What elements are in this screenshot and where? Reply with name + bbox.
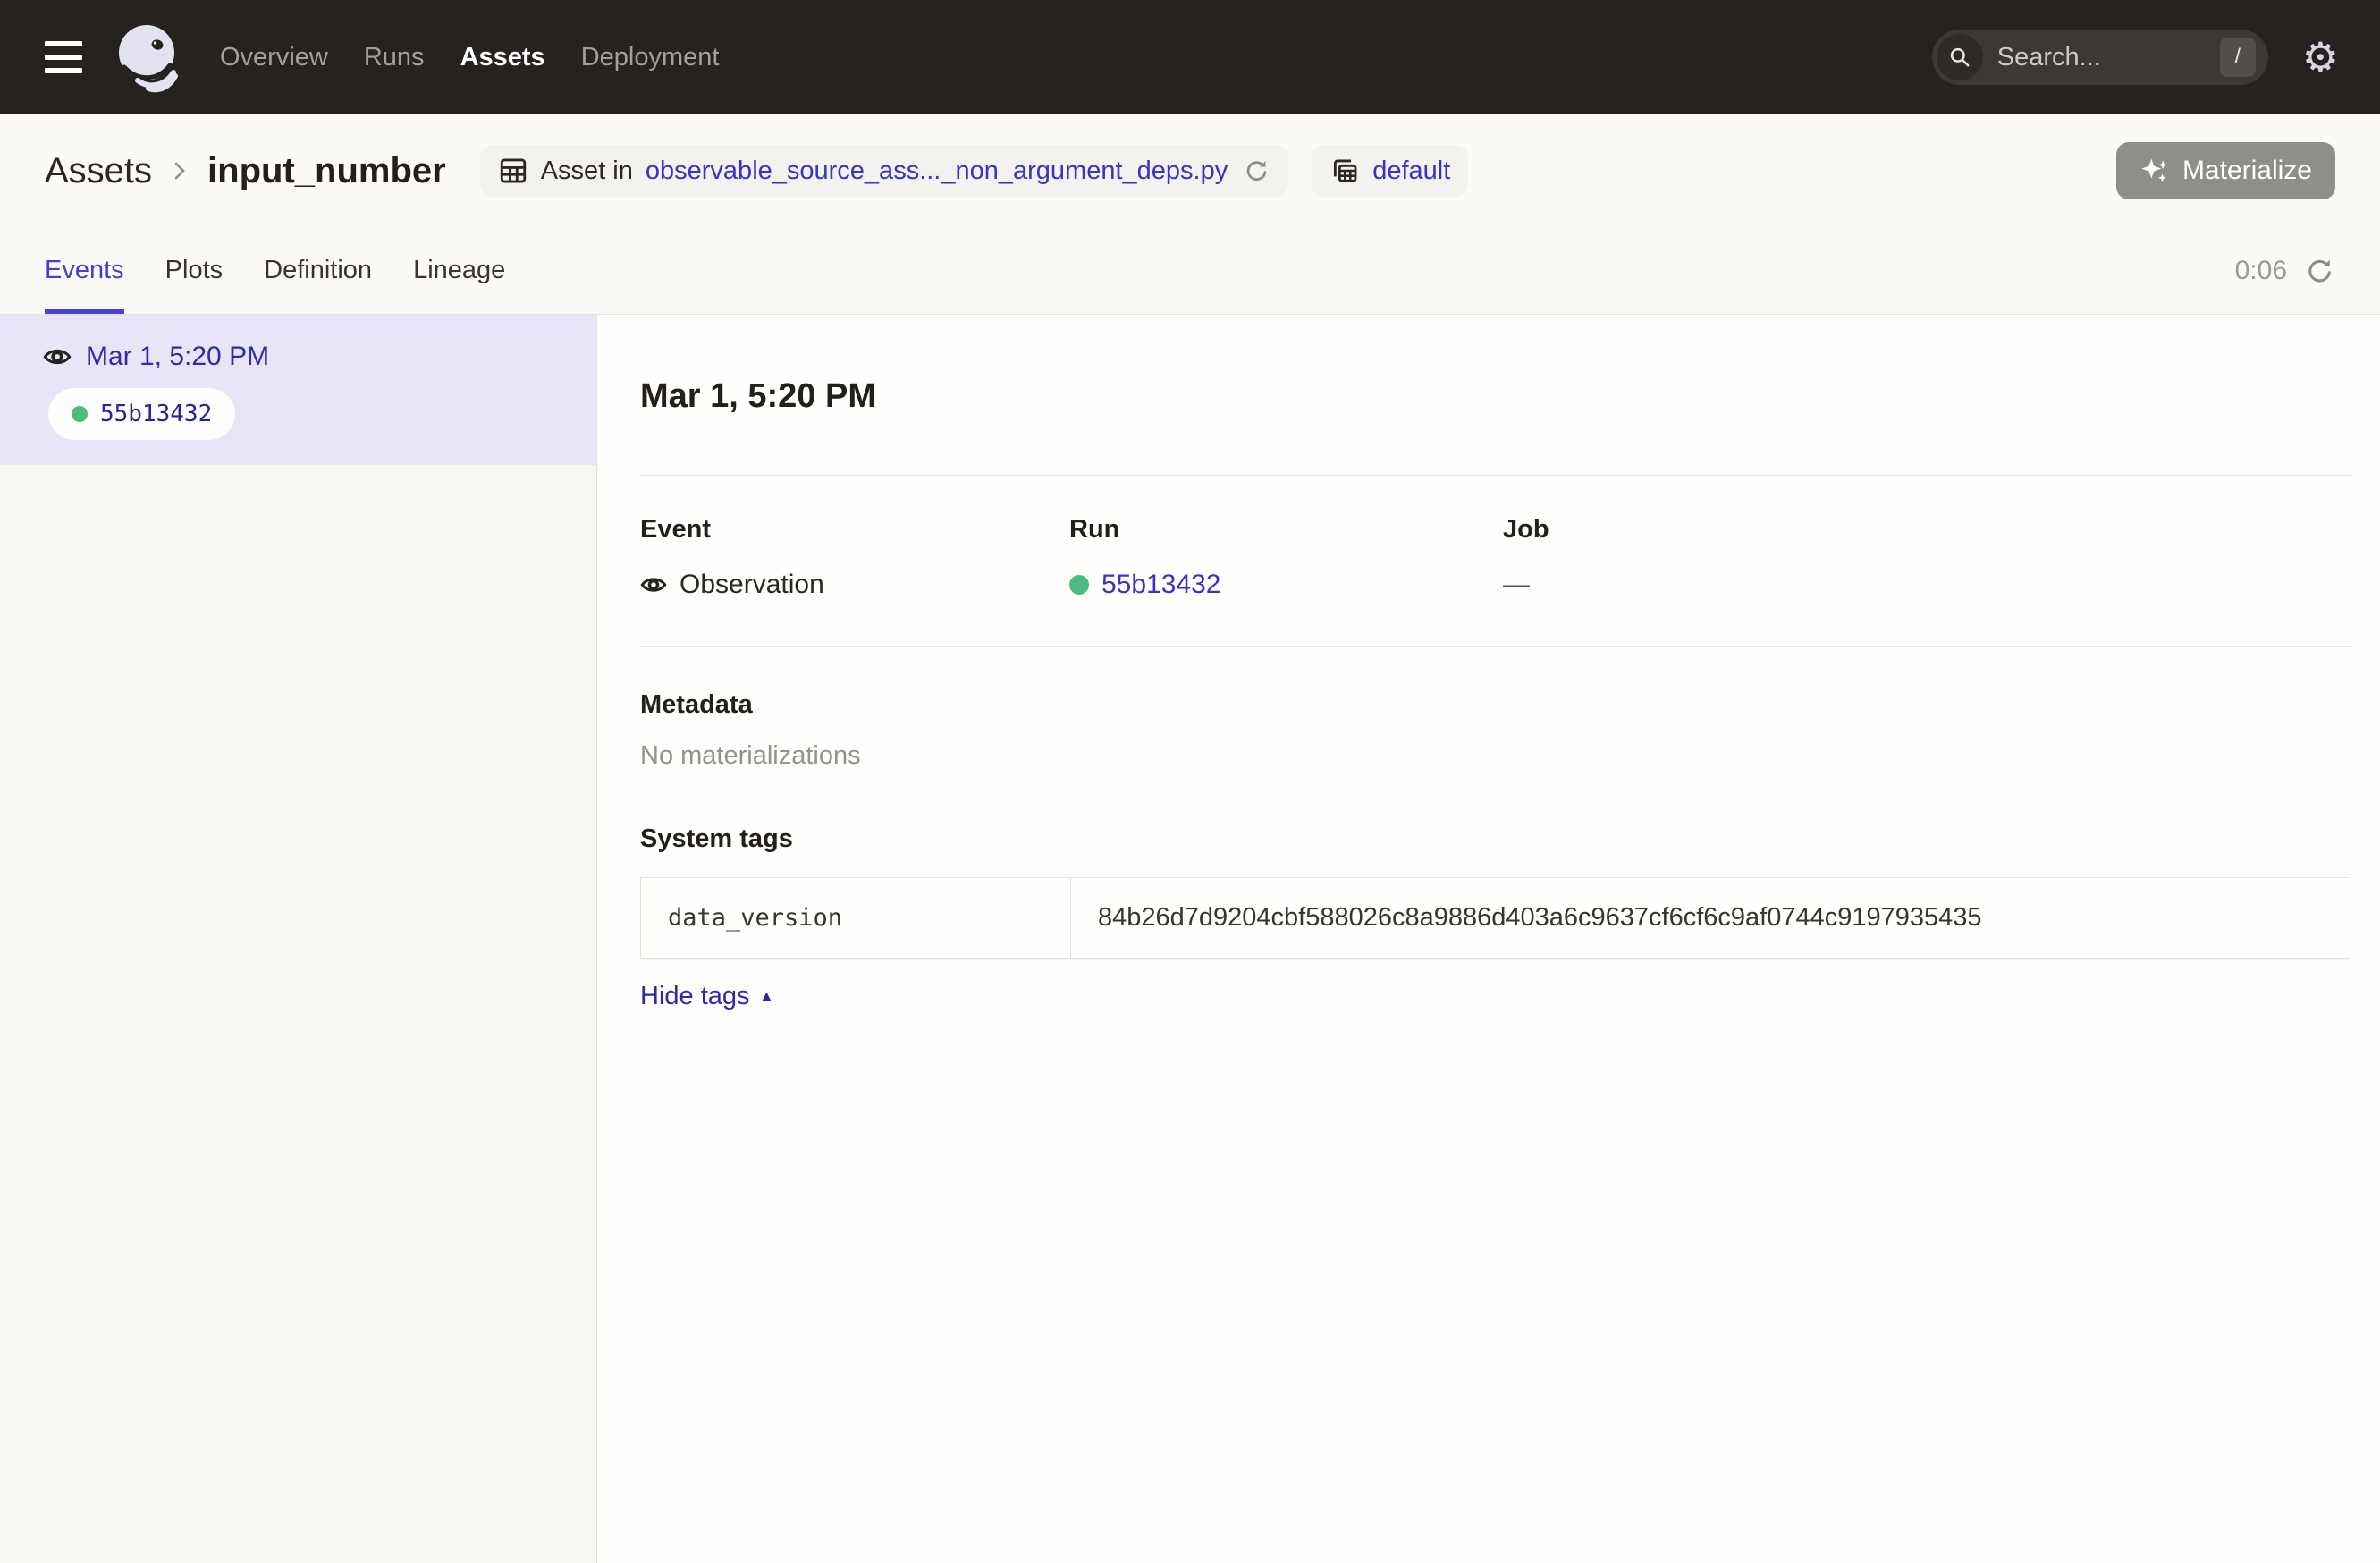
search-box[interactable]: / bbox=[1932, 30, 2268, 85]
sparkle-icon bbox=[2139, 156, 2170, 186]
job-column-label: Job bbox=[1503, 515, 2351, 545]
event-column-label: Event bbox=[640, 515, 1069, 545]
run-status-dot bbox=[1069, 575, 1089, 595]
event-column: Event Observation bbox=[640, 515, 1069, 600]
search-icon bbox=[1937, 34, 1983, 80]
run-status-dot bbox=[72, 406, 88, 422]
breadcrumb-assets-link[interactable]: Assets bbox=[45, 151, 152, 191]
tab-definition[interactable]: Definition bbox=[264, 227, 372, 314]
page-title: input_number bbox=[207, 151, 446, 191]
stacked-tables-icon bbox=[1329, 156, 1360, 186]
job-empty-value: — bbox=[1503, 570, 1530, 600]
event-detail-panel: Mar 1, 5:20 PM Event Observation bbox=[597, 315, 2380, 1563]
metadata-heading: Metadata bbox=[640, 690, 2351, 720]
table-row: data_version 84b26d7d9204cbf588026c8a988… bbox=[641, 878, 2350, 959]
event-summary-columns: Event Observation Run bbox=[640, 515, 2351, 600]
event-list-sidebar: Mar 1, 5:20 PM 55b13432 bbox=[0, 315, 597, 1563]
chevron-right-icon bbox=[170, 157, 190, 184]
run-chip[interactable]: 55b13432 bbox=[48, 388, 235, 440]
nav-item-overview[interactable]: Overview bbox=[220, 43, 328, 72]
system-tags-heading: System tags bbox=[640, 824, 2351, 854]
asset-definition-chip: Asset in observable_source_ass..._non_ar… bbox=[480, 145, 1289, 197]
refresh-countdown: 0:06 bbox=[2235, 256, 2287, 286]
run-id-link[interactable]: 55b13432 bbox=[1101, 570, 1220, 600]
tab-plots[interactable]: Plots bbox=[165, 227, 223, 314]
tag-key-cell: data_version bbox=[641, 878, 1071, 959]
auto-refresh-group: 0:06 bbox=[2235, 227, 2335, 314]
system-tags-table: data_version 84b26d7d9204cbf588026c8a988… bbox=[640, 877, 2350, 959]
reload-definition-icon[interactable] bbox=[1244, 157, 1270, 184]
asset-chip-prefix: Asset in bbox=[541, 156, 633, 186]
materialize-button[interactable]: Materialize bbox=[2116, 142, 2335, 199]
chevron-up-icon: ▲ bbox=[759, 987, 775, 1006]
asset-file-link[interactable]: observable_source_ass..._non_argument_de… bbox=[646, 156, 1228, 186]
hide-tags-label: Hide tags bbox=[640, 982, 750, 1011]
table-grid-icon bbox=[498, 156, 528, 186]
app-window: Overview Runs Assets Deployment / ⚙ Asse… bbox=[0, 0, 2380, 1563]
materialize-button-label: Materialize bbox=[2182, 156, 2312, 186]
observation-eye-icon bbox=[43, 342, 72, 371]
run-column: Run 55b13432 bbox=[1069, 515, 1503, 600]
nav-item-deployment[interactable]: Deployment bbox=[581, 43, 720, 72]
event-timestamp[interactable]: Mar 1, 5:20 PM bbox=[86, 342, 269, 372]
primary-nav: Overview Runs Assets Deployment bbox=[220, 43, 719, 72]
observation-eye-icon bbox=[640, 571, 667, 598]
hide-tags-link[interactable]: Hide tags ▲ bbox=[640, 982, 774, 1011]
divider bbox=[640, 646, 2351, 647]
top-nav: Overview Runs Assets Deployment / ⚙ bbox=[0, 0, 2380, 114]
tag-value-cell: 84b26d7d9204cbf588026c8a9886d403a6c9637c… bbox=[1071, 878, 2350, 959]
repository-chip: default bbox=[1312, 145, 1468, 197]
refresh-icon[interactable] bbox=[2305, 256, 2335, 286]
run-id-label: 55b13432 bbox=[100, 401, 212, 427]
event-type-value: Observation bbox=[679, 570, 824, 600]
content-region: Mar 1, 5:20 PM 55b13432 Mar 1, 5:20 PM E… bbox=[0, 315, 2380, 1563]
search-shortcut-badge: / bbox=[2220, 38, 2256, 77]
metadata-empty-text: No materializations bbox=[640, 741, 2351, 771]
tab-events[interactable]: Events bbox=[45, 227, 124, 314]
event-detail-title: Mar 1, 5:20 PM bbox=[640, 377, 2351, 416]
nav-item-runs[interactable]: Runs bbox=[364, 43, 425, 72]
page-header: Assets input_number Asset in observable_… bbox=[0, 114, 2380, 227]
job-column: Job — bbox=[1503, 515, 2351, 600]
tab-lineage[interactable]: Lineage bbox=[413, 227, 505, 314]
nav-item-assets[interactable]: Assets bbox=[460, 43, 545, 72]
gear-icon[interactable]: ⚙ bbox=[2302, 37, 2339, 78]
dagster-logo-icon[interactable] bbox=[113, 21, 182, 94]
run-column-label: Run bbox=[1069, 515, 1503, 545]
hamburger-menu-icon[interactable] bbox=[45, 41, 82, 73]
event-list-item[interactable]: Mar 1, 5:20 PM 55b13432 bbox=[0, 315, 596, 465]
tab-bar: Events Plots Definition Lineage 0:06 bbox=[0, 227, 2380, 315]
search-input[interactable] bbox=[1997, 43, 2220, 72]
repository-default-link[interactable]: default bbox=[1372, 156, 1450, 186]
divider bbox=[640, 475, 2351, 476]
